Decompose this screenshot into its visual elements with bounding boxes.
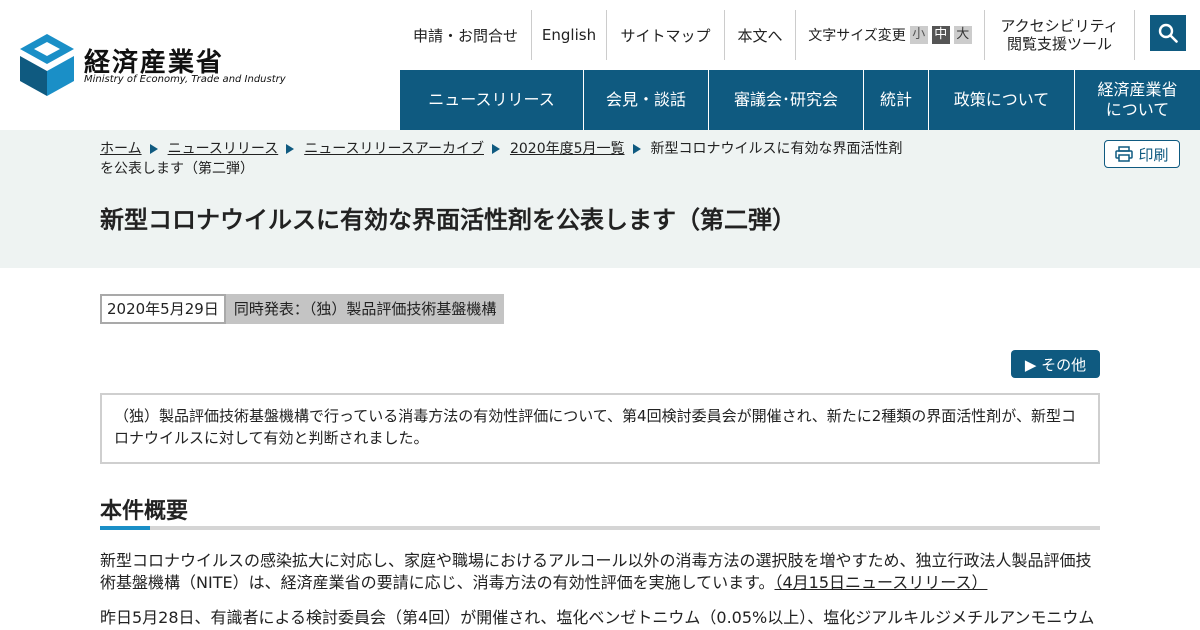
- font-size-label: 文字サイズ変更: [808, 28, 906, 44]
- nav-statistics[interactable]: 統計: [864, 70, 929, 130]
- site-header: 経済産業省 Ministry of Economy, Trade and Ind…: [0, 0, 1200, 130]
- body-paragraph-2: 昨日5月28日、有識者による検討委員会（第4回）が開催され、塩化ベンゼトニウム（…: [100, 608, 1095, 627]
- a11y-label-line1: アクセシビリティ: [1000, 17, 1119, 35]
- logo-name-en: Ministry of Economy, Trade and Industry: [84, 74, 286, 85]
- contact-link[interactable]: 申請・お問合せ: [400, 10, 532, 60]
- utility-nav: 申請・お問合せ English サイトマップ 本文へ 文字サイズ変更 小 中 大…: [400, 10, 1135, 60]
- font-size-small-button[interactable]: 小: [909, 26, 928, 44]
- nav-policy[interactable]: 政策について: [929, 70, 1075, 130]
- breadcrumb-month[interactable]: 2020年度5月一覧: [510, 141, 625, 157]
- nav-about-line1: 経済産業省: [1097, 80, 1178, 99]
- breadcrumb-arrow-icon: [491, 144, 500, 154]
- meti-logo-mark-icon: [20, 34, 74, 96]
- nav-about-line2: について: [1105, 100, 1170, 119]
- a11y-label-line2: 閲覧支援ツール: [1006, 35, 1112, 53]
- joint-release-badge: 同時発表：（独）製品評価技術基盤機構: [225, 294, 505, 324]
- summary-box: （独）製品評価技術基盤機構で行っている消毒方法の有効性評価について、第4回検討委…: [100, 393, 1100, 464]
- breadcrumb-home[interactable]: ホーム: [100, 141, 142, 157]
- breadcrumb-arrow-icon: [632, 144, 641, 154]
- nav-news-release[interactable]: ニュースリリース: [400, 70, 584, 130]
- section-divider-accent: [100, 526, 150, 530]
- sitemap-link[interactable]: サイトマップ: [607, 10, 725, 60]
- breadcrumb-archive[interactable]: ニュースリリースアーカイブ: [304, 141, 484, 157]
- other-category-button[interactable]: ▶ その他: [1011, 350, 1100, 378]
- breadcrumb: ホーム ニュースリリース ニュースリリースアーカイブ 2020年度5月一覧 新型コロナウ…: [100, 139, 910, 179]
- page-title: 新型コロナウイルスに有効な界面活性剤を公表します（第二弾）: [100, 206, 796, 234]
- accessibility-tool-link[interactable]: アクセシビリティ 閲覧支援ツール: [985, 10, 1135, 60]
- print-button[interactable]: 印刷: [1104, 140, 1180, 168]
- nav-about-meti[interactable]: 経済産業省 について: [1075, 70, 1200, 130]
- breadcrumb-arrow-icon: [149, 144, 158, 154]
- release-date: 2020年5月29日: [100, 294, 226, 324]
- font-size-medium-button[interactable]: 中: [931, 26, 950, 44]
- release-meta: 2020年5月29日 同時発表：（独）製品評価技術基盤機構: [100, 294, 505, 324]
- breadcrumb-arrow-icon: [286, 144, 295, 154]
- search-icon: [1158, 23, 1178, 43]
- section-heading: 本件概要: [100, 499, 189, 524]
- skip-to-content-link[interactable]: 本文へ: [725, 10, 796, 60]
- nav-press-conference[interactable]: 会見・談話: [584, 70, 709, 130]
- april-news-release-link[interactable]: （4月15日ニュースリリース）: [775, 573, 988, 592]
- body-paragraph-1: 新型コロナウイルスの感染拡大に対応し、家庭や職場におけるアルコール以外の消毒方法…: [100, 550, 1100, 594]
- printer-icon: [1115, 146, 1134, 162]
- main-nav: ニュースリリース 会見・談話 審議会･研究会 統計 政策について 経済産業省 に…: [400, 70, 1200, 130]
- nav-councils[interactable]: 審議会･研究会: [709, 70, 864, 130]
- meti-logo[interactable]: 経済産業省 Ministry of Economy, Trade and Ind…: [20, 34, 286, 98]
- section-divider: [100, 526, 1100, 530]
- font-size-switcher: 文字サイズ変更 小 中 大: [796, 10, 985, 60]
- breadcrumb-news[interactable]: ニュースリリース: [168, 141, 279, 157]
- font-size-large-button[interactable]: 大: [953, 26, 972, 44]
- print-label: 印刷: [1138, 145, 1169, 164]
- english-link[interactable]: English: [532, 10, 607, 60]
- search-button[interactable]: [1150, 15, 1186, 51]
